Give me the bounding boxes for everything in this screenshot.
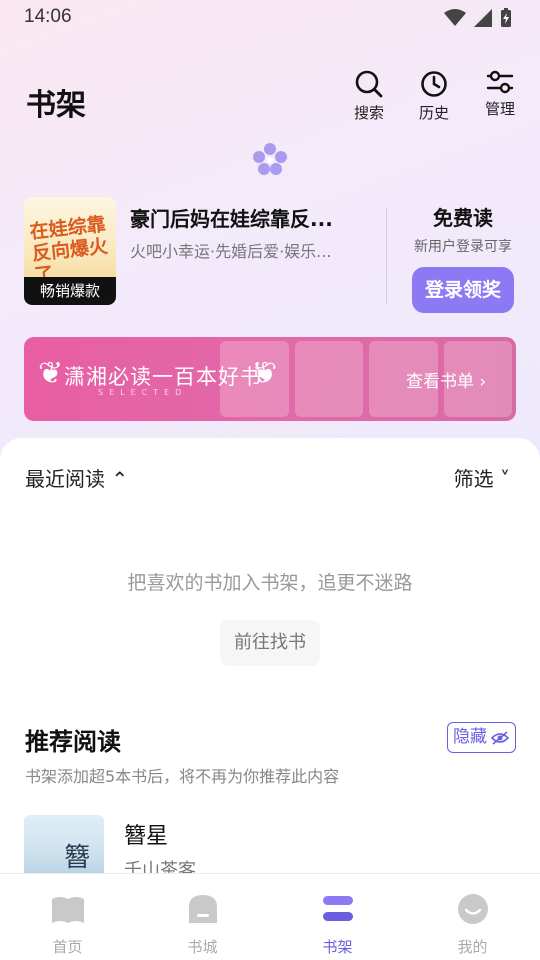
sliders-icon xyxy=(486,70,514,94)
empty-shelf-message: 把喜欢的书加入书架，追更不迷路 xyxy=(127,572,413,594)
nav-shelf[interactable]: 书架 xyxy=(270,874,405,960)
nav-mine-label: 我的 xyxy=(457,938,488,956)
bestseller-badge: 畅销爆款 xyxy=(24,277,116,305)
promo-book-cover[interactable]: 在娃综靠反向爆火了 畅销爆款 xyxy=(24,197,116,305)
hide-label: 隐藏 xyxy=(453,727,487,747)
nav-home-label: 首页 xyxy=(52,938,83,956)
sort-recent-button[interactable]: 最近阅读 ⌃ xyxy=(25,463,128,492)
status-icons xyxy=(444,8,512,28)
signal-icon xyxy=(474,9,492,27)
nav-shelf-label: 书架 xyxy=(322,938,353,956)
view-booklist-link[interactable]: 查看书单 › xyxy=(406,367,486,392)
cover-title-art: 在娃综靠反向爆火了 xyxy=(28,213,109,288)
status-bar: 14:06 xyxy=(0,0,540,36)
wifi-icon xyxy=(444,9,466,26)
laurel-right-icon: ❦ xyxy=(252,356,278,391)
free-read-title: 免费读 xyxy=(433,206,493,230)
search-button[interactable]: 搜索 xyxy=(339,70,399,123)
history-button[interactable]: 历史 xyxy=(404,70,464,123)
search-icon xyxy=(355,70,383,98)
history-label: 历史 xyxy=(418,104,449,122)
book-icon xyxy=(52,897,84,923)
hide-recommend-button[interactable]: 隐藏 xyxy=(447,722,516,753)
banner-title: 潇湘必读一百本好书 xyxy=(64,365,262,389)
filter-button[interactable]: 筛选 ˅ xyxy=(454,463,510,492)
find-books-button[interactable]: 前往找书 xyxy=(220,620,320,666)
nav-home[interactable]: 首页 xyxy=(0,874,135,960)
shelf-icon xyxy=(323,896,353,921)
flower-icon xyxy=(253,143,287,175)
eye-off-icon xyxy=(491,731,509,745)
divider xyxy=(386,207,387,305)
clock-icon xyxy=(421,71,447,97)
recommend-book-name[interactable]: 簪星 xyxy=(124,818,168,850)
nav-store-label: 书城 xyxy=(187,938,218,956)
recommend-subtitle: 书架添加超5本书后，将不再为你推荐此内容 xyxy=(25,767,340,786)
page-title: 书架 xyxy=(26,88,86,123)
booklist-banner[interactable]: ❦ 潇湘必读一百本好书 ❦ 查看书单 › xyxy=(24,337,516,421)
manage-label: 管理 xyxy=(484,100,515,118)
store-icon xyxy=(189,895,217,923)
promo-book-title[interactable]: 豪门后妈在娃综靠反... xyxy=(130,203,370,232)
recommend-title: 推荐阅读 xyxy=(25,728,121,756)
nav-store[interactable]: 书城 xyxy=(135,874,270,960)
recommend-book-cover[interactable]: 簪 xyxy=(24,815,104,875)
status-time: 14:06 xyxy=(24,6,72,27)
profile-icon xyxy=(458,894,488,924)
laurel-left-icon: ❦ xyxy=(38,356,64,391)
banner-subtext: SELECTED xyxy=(98,388,188,397)
bottom-nav: 首页 书城 书架 我的 xyxy=(0,873,540,960)
search-label: 搜索 xyxy=(353,104,384,122)
login-reward-button[interactable]: 登录领奖 xyxy=(412,267,514,313)
manage-button[interactable]: 管理 xyxy=(470,70,530,119)
cover-title-art: 簪 xyxy=(64,843,91,873)
battery-icon xyxy=(501,8,511,27)
free-read-subtitle: 新用户登录可享 xyxy=(414,239,512,255)
promo-book-tags: 火吧小幸运·先婚后爱·娱乐... xyxy=(130,242,332,261)
nav-mine[interactable]: 我的 xyxy=(405,874,540,960)
